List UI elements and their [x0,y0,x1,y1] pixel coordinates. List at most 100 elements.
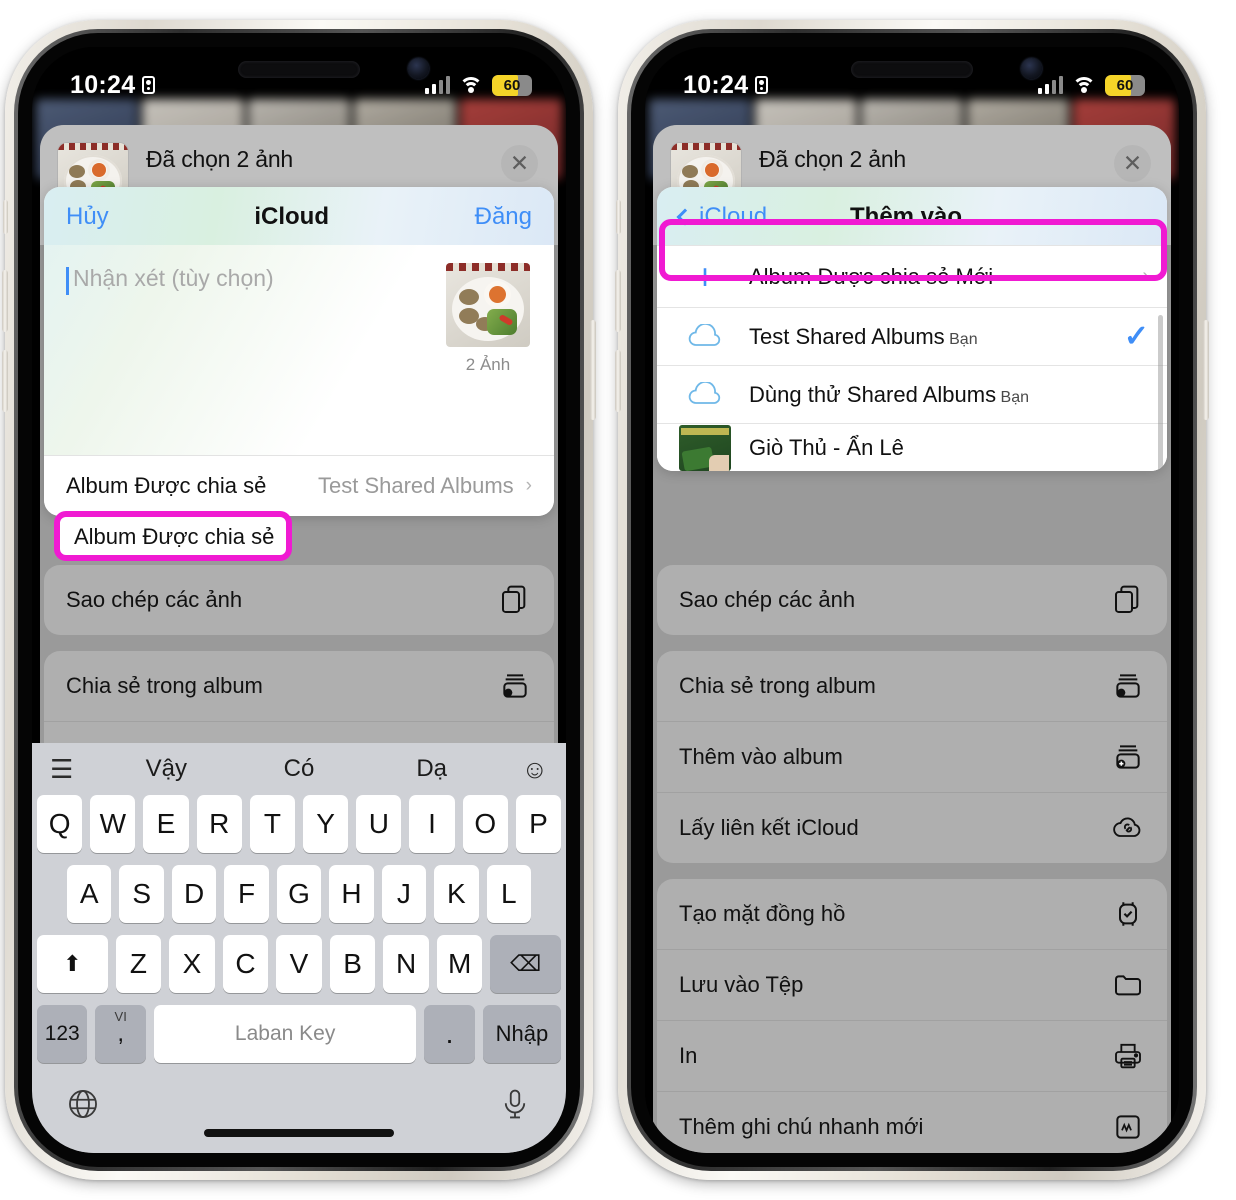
home-indicator[interactable] [204,1129,394,1137]
shift-arrow-icon[interactable]: ⬆ [37,935,108,993]
battery-percent: 60 [1116,76,1134,94]
status-time-group: 10:24 [683,71,769,100]
power-button[interactable] [1203,320,1209,420]
keyboard-row-3: ⬆ Z X C V B N M ⌫ [37,935,562,993]
status-indicators: 60 [424,74,532,96]
action-row-copy-photos[interactable]: Sao chép các ảnh [657,565,1167,635]
picker-row-text: Test Shared Albums Bạn [749,315,1106,359]
period-key[interactable]: . [424,1005,475,1063]
shared-album-row[interactable]: Album Được chia sẻ Test Shared Albums › [44,455,554,516]
key-h[interactable]: H [329,865,374,923]
watch-face-icon [1111,897,1145,931]
key-r[interactable]: R [196,795,242,853]
key-m[interactable]: M [436,935,483,993]
action-row-copy-photos[interactable]: Sao chép các ảnh [44,565,554,635]
globe-icon[interactable] [66,1087,100,1126]
key-k[interactable]: K [434,865,479,923]
right-action-list: Sao chép các ảnh Chia sẻ trong album Thê… [657,565,1167,1153]
action-label: Thêm ghi chú nhanh mới [679,1114,924,1139]
shared-album-row-value-group: Test Shared Albums › [318,473,532,499]
key-f[interactable]: F [224,865,269,923]
suggestion-2[interactable]: Có [233,755,366,783]
key-c[interactable]: C [222,935,269,993]
key-g[interactable]: G [276,865,322,923]
key-z[interactable]: Z [115,935,162,993]
left-screen: 10:24 60 Đã chọn 2 ảnh ✕ f Sao chép các … [32,47,566,1153]
volume-down-button[interactable] [615,350,621,412]
picker-row-test-shared-albums[interactable]: Test Shared Albums Bạn ✓ [657,307,1167,365]
close-icon: ✕ [1122,150,1143,176]
shared-album-row-label: Album Được chia sẻ [66,473,267,498]
cancel-button[interactable]: Hủy [66,203,109,231]
picker-title: Thêm vào [850,203,963,230]
key-p[interactable]: P [515,795,562,853]
volume-up-button[interactable] [615,270,621,332]
suggestion-3[interactable]: Dạ [365,755,498,783]
action-label: Tạo mặt đồng hồ [679,901,846,926]
battery-icon: 60 [492,74,532,96]
album-thumbnail [679,424,731,471]
key-v[interactable]: V [276,935,322,993]
key-o[interactable]: O [462,795,508,853]
key-a[interactable]: A [67,865,112,923]
action-row-share-in-album[interactable]: Chia sẻ trong album [44,651,554,721]
picker-row-label: Giò Thủ - Ẩn Lê [749,434,904,460]
battery-icon: 60 [1105,74,1145,96]
back-label: iCloud [699,203,768,230]
return-key[interactable]: Nhập [482,1005,562,1063]
space-key[interactable]: Laban Key [153,1005,417,1063]
picker-row-gio-thu-an-le[interactable]: Giò Thủ - Ẩn Lê [657,423,1167,471]
microphone-icon[interactable] [498,1087,532,1126]
silent-switch[interactable] [3,200,8,234]
key-q[interactable]: Q [36,795,83,853]
key-j[interactable]: J [381,865,427,923]
action-row-save-to-files[interactable]: Lưu vào Tệp [657,949,1167,1020]
hamburger-icon[interactable]: ☰ [50,754,100,785]
key-t[interactable]: T [249,795,295,853]
key-w[interactable]: W [90,795,136,853]
key-i[interactable]: I [409,795,455,853]
attachment-caption: 2 Ảnh [465,355,511,374]
plus-icon: + [694,255,716,297]
action-row-new-quick-note[interactable]: Thêm ghi chú nhanh mới [657,1091,1167,1153]
key-e[interactable]: E [143,795,189,853]
status-indicators: 60 [1037,74,1145,96]
silent-switch[interactable] [616,200,621,234]
post-button[interactable]: Đăng [475,203,532,231]
key-x[interactable]: X [169,935,215,993]
action-label: Sao chép các ảnh [679,587,856,612]
key-l[interactable]: L [486,865,531,923]
backspace-icon[interactable]: ⌫ [490,935,562,993]
close-button[interactable]: ✕ [501,145,538,182]
picker-row-sublabel: Bạn [949,330,978,348]
cloud-icon [679,381,731,408]
key-b[interactable]: B [329,935,376,993]
key-n[interactable]: N [383,935,429,993]
power-button[interactable] [590,320,596,420]
volume-up-button[interactable] [2,270,8,332]
action-row-add-to-album[interactable]: Thêm vào album [657,721,1167,792]
action-row-icloud-link[interactable]: Lấy liên kết iCloud [657,792,1167,863]
action-row-create-watch-face[interactable]: Tạo mặt đồng hồ [657,879,1167,949]
numbers-key[interactable]: 123 [36,1005,88,1063]
comma-key[interactable]: VI , [95,1005,146,1063]
emoji-icon[interactable]: ☺ [498,754,548,785]
key-s[interactable]: S [119,865,164,923]
key-u[interactable]: U [356,795,402,853]
right-screen: 10:24 60 Đã chọn 2 ảnh ✕ f Sao chép các … [645,47,1179,1153]
cellular-signal-icon [1037,76,1063,94]
picker-row-dung-thu-shared-albums[interactable]: Dùng thử Shared Albums Bạn [657,365,1167,423]
action-row-print[interactable]: In [657,1020,1167,1091]
suggestion-1[interactable]: Vậy [100,755,233,783]
cellular-signal-icon [424,76,450,94]
key-d[interactable]: D [171,865,217,923]
close-button[interactable]: ✕ [1114,145,1151,182]
key-y[interactable]: Y [303,795,349,853]
scroll-indicator[interactable] [1158,315,1163,471]
picker-row-new-shared-album[interactable]: + Album Được chia sẻ Mới › [657,245,1167,307]
picker-nav-bar: iCloud Thêm vào [657,187,1167,245]
back-button[interactable]: iCloud [676,203,768,231]
status-time: 10:24 [70,70,136,99]
volume-down-button[interactable] [2,350,8,412]
action-row-share-in-album[interactable]: Chia sẻ trong album [657,651,1167,721]
